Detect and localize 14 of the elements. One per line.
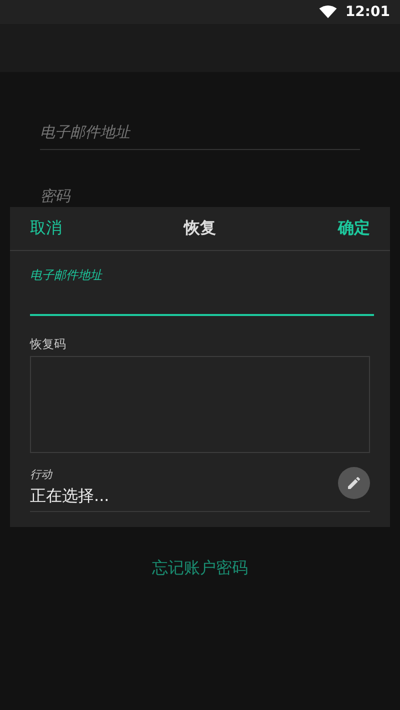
field-label: 恢复码 (30, 336, 66, 353)
edit-button[interactable] (338, 467, 370, 499)
dialog-title: 恢复 (184, 218, 216, 239)
field-label: 电子邮件地址 (30, 267, 102, 284)
cancel-button[interactable]: 取消 (30, 218, 62, 239)
forgot-password-link[interactable]: 忘记账户密码 (152, 558, 248, 579)
action-value[interactable]: 正在选择... (30, 486, 110, 507)
clock-time: 12:01 (345, 4, 390, 20)
field-label: 行动 (30, 467, 52, 482)
wifi-icon (319, 5, 338, 19)
email-field[interactable]: 电子邮件地址 (40, 120, 360, 150)
confirm-button[interactable]: 确定 (338, 218, 370, 239)
password-field[interactable]: 密码 (40, 184, 360, 213)
pencil-icon (346, 475, 362, 491)
